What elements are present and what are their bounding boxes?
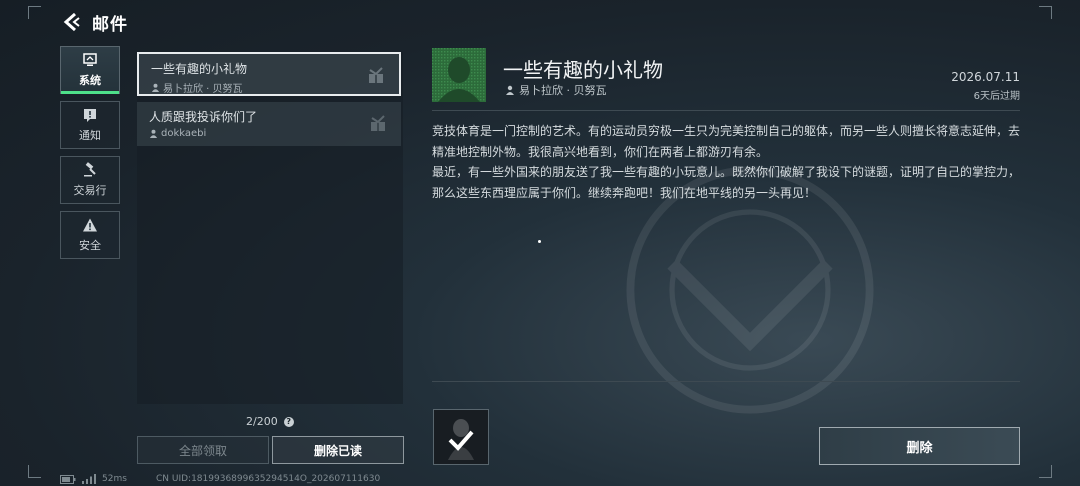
mail-count-text: 2/200 bbox=[246, 415, 278, 428]
person-icon bbox=[151, 83, 160, 92]
header: 邮件 bbox=[60, 8, 128, 36]
gavel-icon bbox=[84, 162, 96, 177]
mail-title: 一些有趣的小礼物 bbox=[503, 58, 663, 82]
frame-corner bbox=[28, 6, 41, 19]
tab-label: 通知 bbox=[79, 129, 101, 142]
person-icon bbox=[149, 129, 158, 138]
battery-icon bbox=[60, 474, 76, 484]
tab-system[interactable]: 系统 bbox=[60, 46, 120, 94]
tab-marketplace[interactable]: 交易行 bbox=[60, 156, 120, 204]
ping-text: 52ms bbox=[102, 474, 127, 484]
mail-sender: dokkaebi bbox=[161, 128, 207, 139]
gift-icon bbox=[369, 67, 383, 83]
divider bbox=[432, 110, 1020, 111]
delete-button[interactable]: 删除 bbox=[819, 427, 1020, 465]
uid-text: CN UID:1819936899635294514O_202607111630 bbox=[156, 474, 381, 484]
mail-sender-row: dokkaebi bbox=[149, 128, 389, 139]
mail-list: 一些有趣的小礼物 易卜拉欣 · 贝努瓦 人质跟我投诉你们了 dokkaebi bbox=[137, 52, 403, 404]
divider bbox=[432, 381, 1020, 382]
attachment-item[interactable] bbox=[433, 409, 489, 465]
tab-label: 交易行 bbox=[73, 184, 107, 197]
attachment-figure-icon bbox=[448, 419, 474, 460]
signal-icon bbox=[82, 474, 96, 484]
tab-notice[interactable]: 通知 bbox=[60, 101, 120, 149]
mail-expiry: 6天后过期 bbox=[973, 91, 1020, 102]
frame-corner bbox=[1039, 6, 1052, 19]
monitor-icon bbox=[83, 53, 97, 66]
mail-list-item[interactable]: 人质跟我投诉你们了 dokkaebi bbox=[137, 102, 401, 146]
tab-label: 系统 bbox=[79, 74, 101, 87]
mail-list-item[interactable]: 一些有趣的小礼物 易卜拉欣 · 贝努瓦 bbox=[137, 52, 401, 96]
claim-all-button[interactable]: 全部领取 bbox=[137, 436, 269, 464]
tab-label: 安全 bbox=[79, 239, 101, 252]
delete-read-button[interactable]: 删除已读 bbox=[272, 436, 404, 464]
mail-detail-sender-row: 易卜拉欣 · 贝努瓦 bbox=[505, 82, 607, 98]
mail-body: 竞技体育是一门控制的艺术。有的运动员穷极一生只为完美控制自己的躯体，而另一些人则… bbox=[432, 121, 1024, 203]
back-arrow-icon[interactable] bbox=[60, 11, 82, 33]
sender-avatar bbox=[432, 48, 486, 102]
mail-subject: 人质跟我投诉你们了 bbox=[149, 110, 258, 124]
mail-sender: 易卜拉欣 · 贝努瓦 bbox=[163, 84, 243, 95]
mail-sender-row: 易卜拉欣 · 贝努瓦 bbox=[151, 80, 387, 95]
tab-security[interactable]: 安全 bbox=[60, 211, 120, 259]
mail-detail-sender: 易卜拉欣 · 贝努瓦 bbox=[519, 84, 607, 97]
mail-count: 2/200 ? bbox=[246, 415, 294, 428]
avatar-silhouette-icon bbox=[432, 48, 486, 102]
mail-body-paragraph: 竞技体育是一门控制的艺术。有的运动员穷极一生只为完美控制自己的躯体，而另一些人则… bbox=[432, 124, 1021, 159]
gift-icon bbox=[371, 115, 385, 131]
frame-corner bbox=[1039, 465, 1052, 478]
cursor-dot bbox=[538, 240, 541, 243]
status-bar: 52ms bbox=[60, 474, 127, 484]
help-icon[interactable]: ? bbox=[283, 416, 294, 427]
mail-date: 2026.07.11 bbox=[951, 70, 1020, 84]
frame-corner bbox=[28, 465, 41, 478]
mail-subject: 一些有趣的小礼物 bbox=[151, 62, 248, 76]
warning-icon bbox=[83, 218, 97, 232]
person-icon bbox=[506, 85, 514, 95]
mail-body-paragraph: 最近，有一些外国来的朋友送了我一些有趣的小玩意儿。既然你们破解了我设下的谜题，证… bbox=[432, 165, 1021, 200]
notice-icon bbox=[84, 109, 96, 122]
page-title: 邮件 bbox=[92, 14, 128, 35]
